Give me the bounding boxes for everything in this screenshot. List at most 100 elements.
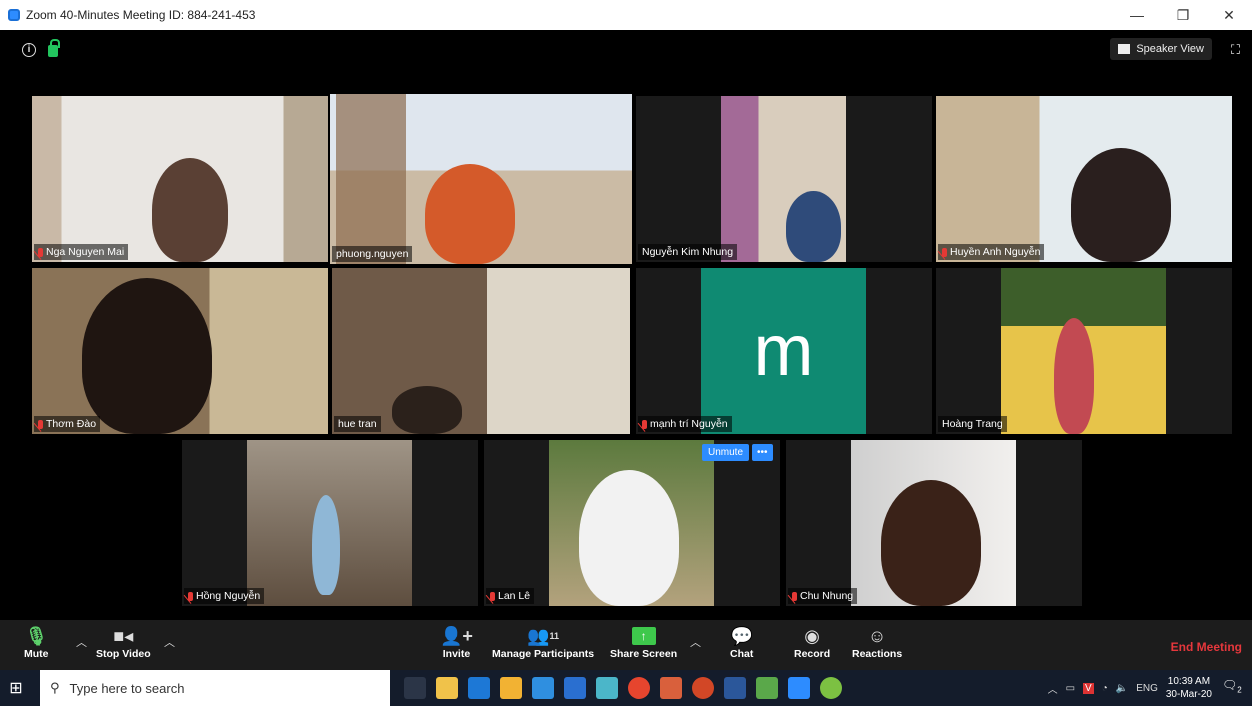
muted-mic-icon: [792, 591, 797, 601]
video-tile[interactable]: Thơm Đào: [32, 268, 328, 434]
search-placeholder: Type here to search: [69, 680, 185, 696]
chevron-up-icon[interactable]: ︿: [1048, 681, 1058, 696]
record-icon: ◉: [804, 625, 820, 646]
chat-button[interactable]: 💬 Chat: [730, 624, 753, 661]
end-meeting-button[interactable]: End Meeting: [1171, 640, 1242, 654]
sigma-app-icon[interactable]: [564, 677, 586, 699]
battery-icon[interactable]: ▭: [1066, 683, 1075, 694]
participant-name-label: Hoàng Trang: [938, 416, 1007, 432]
notification-count: 2: [1237, 685, 1242, 695]
app-icon[interactable]: [660, 677, 682, 699]
clock-date: 30-Mar-20: [1165, 689, 1212, 700]
speaker-view-button[interactable]: Speaker View: [1110, 38, 1212, 60]
video-gallery: i Speaker View ⛶ Nga Nguyen Mai phuong.n…: [0, 30, 1252, 620]
store-icon[interactable]: [436, 677, 458, 699]
windows-start-icon[interactable]: ⊞: [0, 670, 32, 706]
unmute-button[interactable]: Unmute: [702, 444, 750, 461]
participant-figure: [312, 495, 340, 595]
notifications-icon[interactable]: 🗨2: [1222, 678, 1242, 698]
participant-count: 11: [549, 631, 560, 641]
muted-mic-icon: [188, 591, 193, 601]
record-button[interactable]: ◉ Record: [794, 624, 830, 661]
powerpoint-icon[interactable]: [692, 677, 714, 699]
edge-icon[interactable]: [468, 677, 490, 699]
zoom-app-icon: [8, 9, 20, 21]
video-tile[interactable]: Chu Nhung: [786, 440, 1082, 606]
participant-avatar: m: [701, 268, 866, 434]
mute-button[interactable]: 🎙 Mute: [24, 624, 49, 661]
muted-mic-icon: [38, 247, 43, 257]
task-view-icon[interactable]: [404, 677, 426, 699]
video-tile[interactable]: Nguyễn Kim Nhung: [636, 96, 932, 262]
taskbar-search-box[interactable]: ⚲ Type here to search: [40, 670, 390, 706]
video-camera-icon: ■◂: [113, 625, 134, 646]
invite-person-icon: 👤+: [440, 625, 473, 646]
chat-icon: 💬: [730, 625, 753, 646]
audio-options-caret[interactable]: ︿: [76, 634, 87, 650]
more-options-button[interactable]: •••: [752, 444, 773, 461]
participant-figure: [152, 158, 228, 262]
share-options-caret[interactable]: ︿: [690, 634, 701, 650]
app-icon[interactable]: [820, 677, 842, 699]
chrome-icon[interactable]: [628, 677, 650, 699]
video-tile[interactable]: Hoàng Trang: [936, 268, 1232, 434]
microphone-icon: 🎙: [24, 625, 48, 646]
unmute-overlay: Unmute •••: [702, 444, 773, 461]
participants-icon: 👥 11: [527, 625, 560, 646]
video-tile[interactable]: Huyền Anh Nguyễn: [936, 96, 1232, 262]
speaker-view-label: Speaker View: [1136, 43, 1204, 55]
muted-mic-icon: [38, 419, 43, 429]
taskbar-apps: [404, 677, 842, 699]
app-icon[interactable]: [596, 677, 618, 699]
minimize-button[interactable]: —: [1114, 0, 1160, 30]
participant-name-label: Lan Lê: [486, 588, 535, 604]
file-explorer-icon[interactable]: [500, 677, 522, 699]
share-screen-icon: ↑: [631, 624, 656, 648]
volume-icon[interactable]: 🔈: [1116, 683, 1128, 694]
reactions-button[interactable]: ☺ Reactions: [852, 624, 902, 661]
mail-icon[interactable]: [532, 677, 554, 699]
word-icon[interactable]: [724, 677, 746, 699]
zoom-taskbar-icon[interactable]: [788, 677, 810, 699]
muted-mic-icon: [642, 419, 647, 429]
video-options-caret[interactable]: ︿: [164, 634, 175, 650]
video-tile[interactable]: Hồng Nguyễn: [182, 440, 478, 606]
manage-participants-button[interactable]: 👥 11 Manage Participants: [492, 624, 594, 661]
participant-name-label: Nguyễn Kim Nhung: [638, 244, 738, 260]
stop-video-button[interactable]: ■◂ Stop Video: [96, 624, 151, 661]
video-tile[interactable]: Nga Nguyen Mai: [32, 96, 328, 262]
meeting-info-bar: i: [22, 39, 60, 57]
participant-figure: [82, 278, 212, 434]
app-tray-icon[interactable]: V: [1083, 682, 1094, 694]
participant-name-label: Thơm Đào: [34, 416, 101, 432]
video-tile[interactable]: m mạnh trí Nguyễn: [636, 268, 932, 434]
video-tile-active-speaker[interactable]: phuong.nguyen: [330, 94, 632, 264]
speaker-view-icon: [1118, 44, 1131, 54]
invite-button[interactable]: 👤+ Invite: [440, 624, 473, 661]
restore-button[interactable]: ❐: [1160, 0, 1206, 30]
meeting-toolbar: 🎙 Mute ︿ ■◂ Stop Video ︿ 👤+ Invite 👥 11 M…: [0, 620, 1252, 670]
search-icon: ⚲: [50, 680, 60, 695]
clock[interactable]: 10:39 AM 30-Mar-20: [1166, 675, 1212, 701]
app-icon[interactable]: [756, 677, 778, 699]
language-indicator[interactable]: ENG: [1136, 683, 1158, 694]
participant-name-label: Huyền Anh Nguyễn: [938, 244, 1045, 260]
close-button[interactable]: ✕: [1206, 0, 1252, 30]
info-icon[interactable]: i: [22, 42, 36, 57]
window-title: Zoom 40-Minutes Meeting ID: 884-241-453: [26, 8, 256, 22]
participant-figure: [881, 480, 981, 606]
video-tile[interactable]: Unmute ••• Lan Lê: [484, 440, 780, 606]
share-screen-button[interactable]: ↑ Share Screen: [610, 624, 677, 660]
participant-figure: [579, 470, 679, 606]
wifi-icon[interactable]: ◔: [1102, 683, 1108, 694]
reactions-icon: ☺: [867, 625, 887, 646]
muted-mic-icon: [942, 247, 947, 257]
fullscreen-icon[interactable]: ⛶: [1231, 42, 1240, 58]
participant-figure: [1054, 318, 1094, 434]
system-tray: ︿ ▭ V ◔ 🔈 ENG 10:39 AM 30-Mar-20: [1048, 670, 1212, 706]
lock-icon[interactable]: [48, 39, 60, 57]
participant-name-label: mạnh trí Nguyễn: [638, 416, 732, 432]
windows-taskbar: ⊞ ⚲ Type here to search ︿ ▭ V ◔ 🔈 ENG 10…: [0, 670, 1252, 706]
video-tile[interactable]: hue tran: [332, 268, 630, 434]
video-feed: [332, 268, 630, 434]
